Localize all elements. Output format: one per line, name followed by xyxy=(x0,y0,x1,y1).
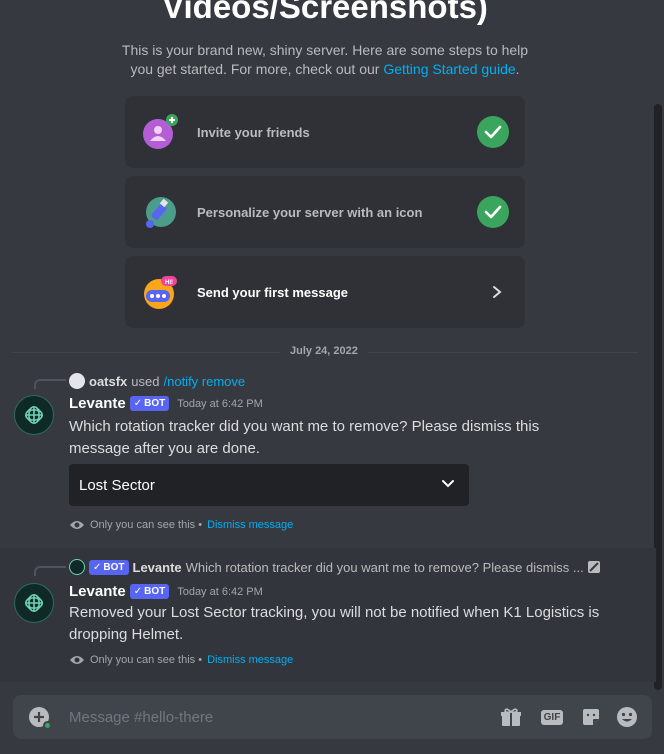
verified-check-icon: ✓ xyxy=(93,561,102,573)
timestamp[interactable]: Today at 6:42 PM xyxy=(177,398,263,410)
server-welcome-title: Videos/Screenshots) xyxy=(162,0,488,25)
gif-label: GIF xyxy=(540,709,564,725)
verified-check-icon: ✓ xyxy=(133,398,143,409)
bot-tag: ✓ BOT xyxy=(89,559,129,575)
emoji-icon[interactable] xyxy=(615,705,639,729)
reply-connector xyxy=(34,566,66,576)
timestamp[interactable]: Today at 6:42 PM xyxy=(177,586,263,598)
welcome-subtitle-suffix: . xyxy=(515,61,520,77)
oatsfx-avatar[interactable] xyxy=(69,373,85,389)
check-icon xyxy=(477,116,509,148)
message-input[interactable] xyxy=(69,705,469,729)
image-icon xyxy=(588,561,600,573)
message-header: Levante ✓ BOT Today at 6:42 PM xyxy=(69,583,263,600)
levante-logo-icon xyxy=(24,593,44,613)
hi-badge-text: HI! xyxy=(165,280,173,286)
check-icon xyxy=(477,196,509,228)
message-content: Removed your Lost Sector tracking, you w… xyxy=(69,604,600,643)
author-name[interactable]: Levante xyxy=(69,583,126,600)
card-label: Invite your friends xyxy=(197,124,310,140)
reply-context: oatsfx used /notify remove xyxy=(69,373,245,389)
eye-icon xyxy=(70,656,84,664)
server-welcome-subtitle: This is your brand new, shiny server. He… xyxy=(110,41,540,79)
sticker-icon[interactable] xyxy=(579,705,603,729)
reply-author: Levante xyxy=(132,559,182,575)
levante-logo-icon xyxy=(24,405,44,425)
personalize-server-card[interactable]: Personalize your server with an icon xyxy=(125,176,525,248)
dismiss-message-link[interactable]: Dismiss message xyxy=(207,519,293,531)
paintbrush-icon xyxy=(146,197,176,228)
bot-tag-label: BOT xyxy=(144,586,166,597)
invite-friends-card[interactable]: Invite your friends xyxy=(125,96,525,168)
upload-badge xyxy=(43,721,52,730)
gif-icon[interactable]: GIF xyxy=(539,705,565,729)
reply-username[interactable]: oatsfx xyxy=(89,374,127,389)
gift-icon[interactable] xyxy=(499,705,523,729)
levante-avatar[interactable] xyxy=(14,583,54,623)
bot-tag: ✓ BOT xyxy=(129,396,170,411)
tracker-select-menu[interactable]: Lost Sector xyxy=(69,464,469,506)
ephemeral-text: Only you can see this • xyxy=(90,519,203,531)
verified-check-icon: ✓ xyxy=(133,586,143,597)
card-label: Personalize your server with an icon xyxy=(197,204,423,220)
chevron-right-icon xyxy=(493,286,502,298)
message-composer: GIF xyxy=(13,695,652,739)
ephemeral-text: Only you can see this • xyxy=(90,654,203,666)
reply-connector xyxy=(34,379,66,389)
invite-friends-icon xyxy=(143,114,178,149)
ephemeral-notice: Only you can see this • Dismiss message xyxy=(69,654,293,666)
reply-context[interactable]: ✓ BOT Levante Which rotation tracker did … xyxy=(69,559,609,575)
levante-small-avatar xyxy=(69,559,85,575)
ephemeral-notice: Only you can see this • Dismiss message xyxy=(69,519,293,531)
select-value: Lost Sector xyxy=(79,476,155,494)
eye-icon xyxy=(70,521,84,529)
dismiss-message-link[interactable]: Dismiss message xyxy=(207,654,293,666)
reply-used-text: used xyxy=(131,373,160,389)
date-divider-label: July 24, 2022 xyxy=(280,345,368,357)
levante-avatar[interactable] xyxy=(14,395,54,435)
reply-text: Which rotation tracker did you want me t… xyxy=(185,559,584,575)
slash-command-link[interactable]: /notify remove xyxy=(164,374,246,389)
chevron-down-icon xyxy=(442,480,454,488)
message-header: Levante ✓ BOT Today at 6:42 PM xyxy=(69,395,263,412)
message-content: Which rotation tracker did you want me t… xyxy=(69,418,540,457)
bot-tag-label: BOT xyxy=(144,398,166,409)
card-label: Send your first message xyxy=(197,284,348,300)
chat-bubble-icon: HI! xyxy=(144,276,177,309)
getting-started-link[interactable]: Getting Started guide xyxy=(383,61,515,77)
author-name[interactable]: Levante xyxy=(69,395,126,412)
send-first-message-card[interactable]: HI! Send your first message xyxy=(125,256,525,328)
bot-tag: ✓ BOT xyxy=(129,584,170,599)
bot-tag-label: BOT xyxy=(103,561,125,573)
